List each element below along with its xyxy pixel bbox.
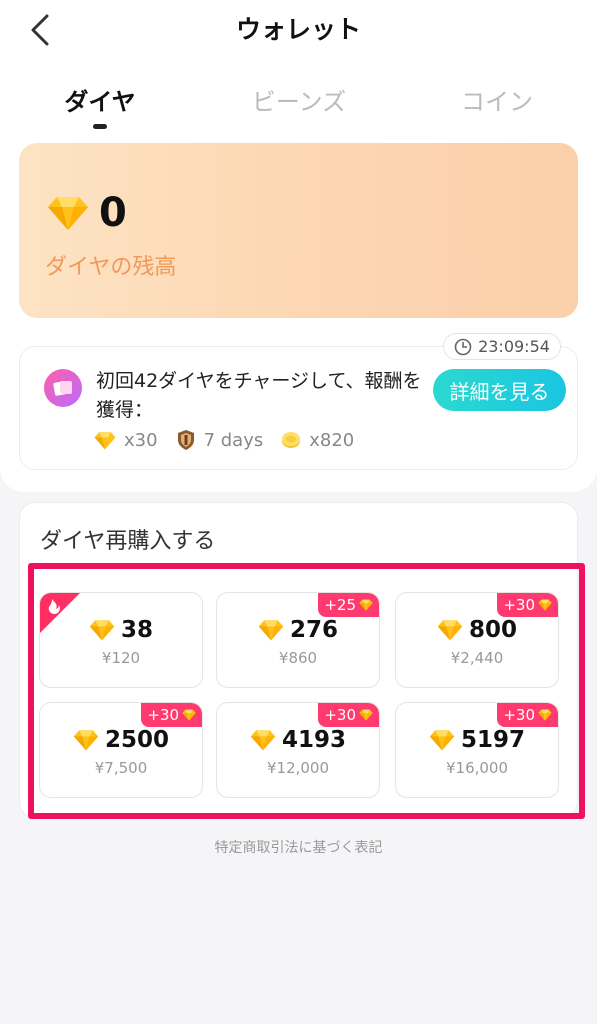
package-amount: 2500 [40,725,202,755]
promo-timer: 23:09:54 [443,333,561,360]
package-amount: 5197 [396,725,558,755]
reward-badge: 7 days [176,429,264,451]
diamond-icon [437,620,463,641]
diamond-icon [538,709,552,721]
repurchase-title: ダイヤ再購入する [40,529,216,554]
diamond-icon [94,431,116,449]
bonus-badge: +30 [497,703,558,727]
bonus-text: +30 [503,596,535,614]
balance-value: 0 [99,190,127,236]
package-amount: 276 [217,615,379,645]
package-amount-value: 2500 [104,727,169,753]
package-amount-value: 38 [120,617,153,643]
reward-diamonds-label: x30 [124,429,158,451]
tab-diamonds[interactable]: ダイヤ [20,84,180,120]
diamond-package-276[interactable]: +25 276 ¥860 [216,592,380,688]
bonus-badge: +30 [141,703,202,727]
package-price: ¥12,000 [266,759,330,777]
diamond-icon [89,620,115,641]
reward-diamonds: x30 [94,430,158,451]
promo-text: 初回42ダイヤをチャージして、報酬を獲得： [96,370,422,421]
diamond-package-5197[interactable]: +30 5197 ¥16,000 [395,702,559,798]
tab-bar: ダイヤ ビーンズ コイン [0,84,597,134]
diamond-icon [48,197,88,230]
shield-badge-icon [177,430,194,450]
bonus-badge: +25 [318,593,379,617]
diamond-package-2500[interactable]: +30 2500 ¥7,500 [39,702,203,798]
bonus-badge: +30 [497,593,558,617]
balance-card: 0 ダイヤの残高 [19,143,578,318]
diamond-package-4193[interactable]: +30 4193 ¥12,000 [216,702,380,798]
diamond-icon [258,620,284,641]
diamond-icon [538,599,552,611]
diamond-icon [359,599,373,611]
diamond-icon [359,709,373,721]
tab-coins[interactable]: コイン [417,84,577,120]
package-amount: 800 [396,615,558,645]
reward-badge-label: 7 days [203,429,264,451]
package-amount-value: 276 [289,617,338,643]
package-amount: 38 [40,615,202,645]
package-price: ¥7,500 [94,759,148,777]
balance-label: ダイヤの残高 [45,255,177,280]
diamond-icon [429,730,455,751]
bonus-text: +30 [324,706,356,724]
package-amount-value: 4193 [281,727,346,753]
diamond-icon [250,730,276,751]
reward-coins: x820 [281,430,354,451]
tab-active-indicator [93,124,107,129]
view-details-button[interactable]: 詳細を見る [433,369,566,411]
bonus-text: +30 [503,706,535,724]
legal-notice-link[interactable]: 特定商取引法に基づく表記 [0,837,597,857]
bonus-text: +30 [147,706,179,724]
gift-card-icon [44,369,82,407]
tab-beans[interactable]: ビーンズ [219,84,379,120]
package-price: ¥860 [278,649,318,667]
timer-text: 23:09:54 [478,337,550,356]
package-amount-value: 5197 [460,727,525,753]
page-title: ウォレット [235,15,361,44]
bonus-text: +25 [324,596,356,614]
reward-coins-label: x820 [309,429,355,451]
diamond-icon [73,730,99,751]
promo-rewards: x30 7 days x820 [94,429,372,451]
clock-icon [454,338,472,355]
package-price: ¥16,000 [445,759,509,777]
package-price: ¥120 [101,649,141,667]
package-price: ¥2,440 [450,649,504,667]
diamond-icon [182,709,196,721]
diamond-package-800[interactable]: +30 800 ¥2,440 [395,592,559,688]
bonus-badge: +30 [318,703,379,727]
first-charge-promo-card: 初回42ダイヤをチャージして、報酬を獲得： 詳細を見る x30 7 days x… [19,346,578,470]
package-amount: 4193 [217,725,379,755]
package-amount-value: 800 [468,617,517,643]
diamond-package-38[interactable]: 38 ¥120 [39,592,203,688]
coin-icon [282,432,301,448]
